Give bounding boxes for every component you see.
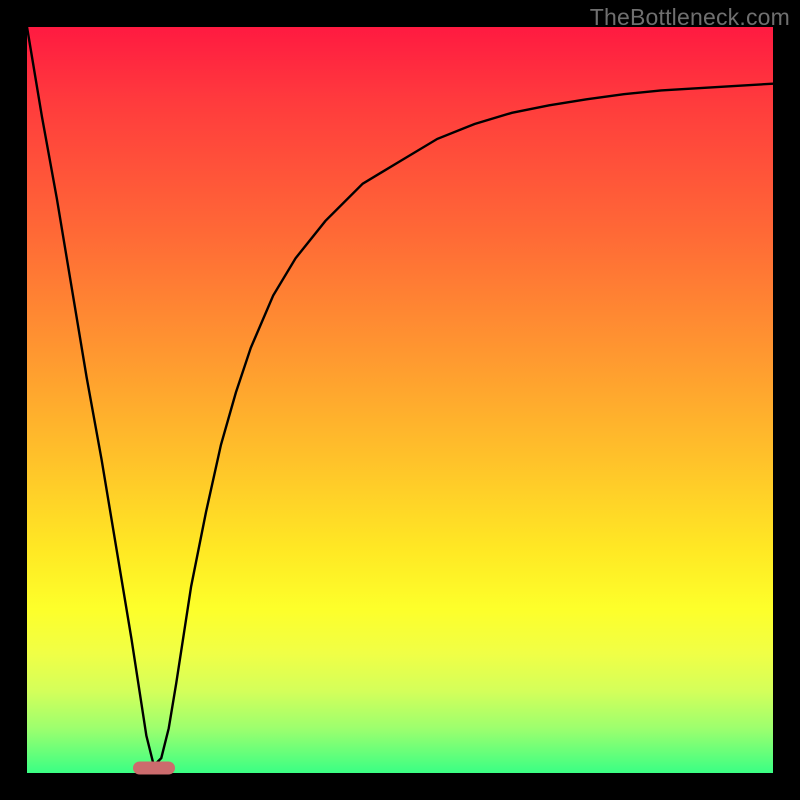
plot-area: [27, 27, 773, 773]
curve-path: [27, 27, 773, 766]
bottleneck-curve: [27, 27, 773, 773]
chart-frame: TheBottleneck.com: [0, 0, 800, 800]
watermark-text: TheBottleneck.com: [590, 4, 790, 31]
minimum-marker: [133, 761, 175, 774]
